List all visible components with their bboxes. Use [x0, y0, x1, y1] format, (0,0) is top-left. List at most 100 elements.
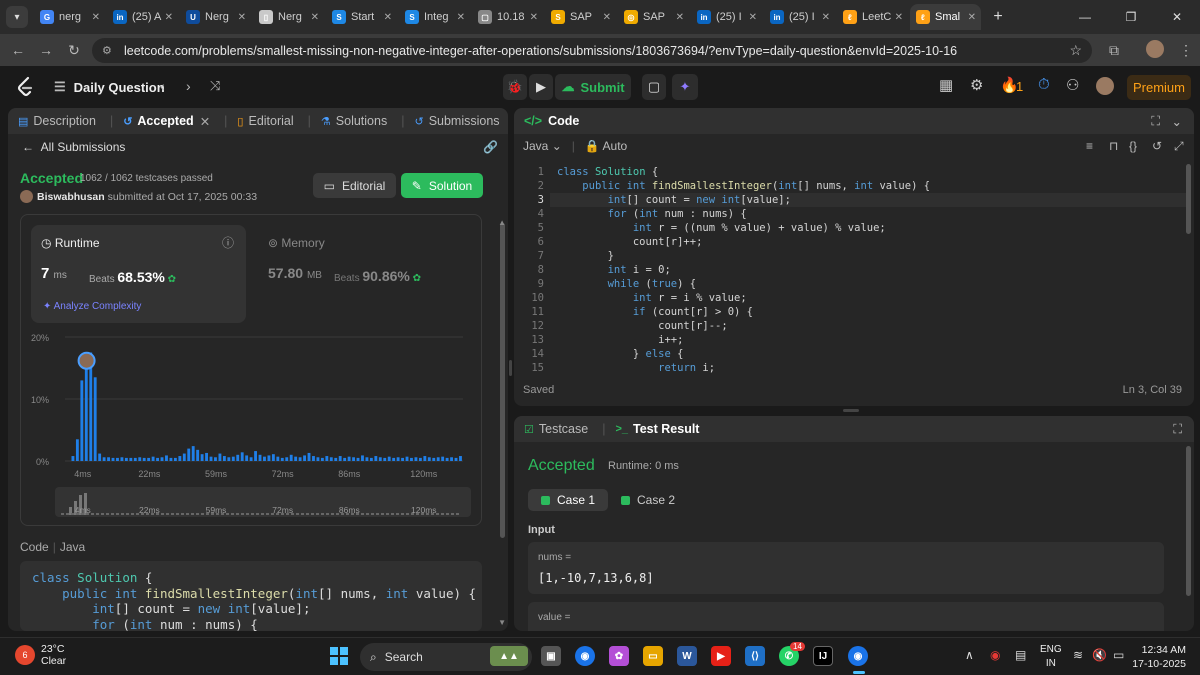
reset-icon[interactable]: ↺ [1152, 139, 1162, 153]
leetcode-logo-icon[interactable] [16, 76, 34, 98]
left-panel-scrollbar[interactable] [500, 223, 505, 538]
auto-mode-toggle[interactable]: 🔒 Auto [585, 139, 627, 153]
close-tab-icon[interactable]: ✕ [895, 12, 903, 23]
shuffle-icon[interactable]: ⤨ [210, 78, 220, 94]
submit-button[interactable]: ☁ Submit [555, 74, 631, 100]
next-problem-icon[interactable]: › [186, 78, 191, 94]
close-tab-icon[interactable]: ✕ [968, 12, 976, 23]
browser-tab[interactable]: ℓ Smal ✕ [910, 4, 981, 30]
tab-solutions[interactable]: ⚗ Solutions [321, 114, 387, 128]
profile-avatar[interactable] [1146, 40, 1164, 58]
tab-description[interactable]: ▤ Description [18, 114, 96, 128]
language-selector[interactable]: Java ⌄ [523, 139, 562, 153]
tray-app-icon[interactable]: ◉ [990, 648, 1000, 662]
close-tab-icon[interactable]: ✕ [165, 12, 173, 23]
browser-tab[interactable]: S Start ✕ [326, 4, 397, 30]
close-tab-icon[interactable]: ✕ [457, 12, 465, 23]
task-view-icon[interactable]: ▣ [541, 646, 561, 666]
scroll-up-icon[interactable]: ▲ [498, 218, 506, 227]
browser-tab[interactable]: ▢ 10.18 ✕ [472, 4, 543, 30]
browser-tab[interactable]: in (25) A ✕ [107, 4, 178, 30]
layout-grid-icon[interactable]: ▦ [939, 76, 953, 94]
editorial-button[interactable]: ▭ Editorial [313, 173, 396, 198]
code-editor[interactable]: 1 class Solution {2 public int findSmalle… [514, 160, 1194, 374]
close-tab-icon[interactable]: ✕ [238, 12, 246, 23]
browser-tab[interactable]: ▯ Nerg ✕ [253, 4, 324, 30]
browser-tab[interactable]: S Integ ✕ [399, 4, 470, 30]
premium-button[interactable]: Premium [1127, 75, 1191, 100]
format-icon[interactable]: ≡ [1086, 139, 1093, 153]
nums-input-box[interactable]: nums = [1,-10,7,13,6,8] [528, 542, 1164, 594]
tab-submissions[interactable]: ↺ Submissions [414, 114, 499, 128]
back-icon[interactable]: ← [4, 42, 32, 58]
value-input-box[interactable]: value = [528, 602, 1164, 631]
tray-overflow-icon[interactable]: ∧ [965, 648, 974, 662]
vertical-resize-handle[interactable] [509, 360, 512, 376]
battery-icon[interactable]: ▭ [1113, 648, 1124, 662]
close-tab-icon[interactable]: ✕ [676, 12, 684, 23]
share-link-icon[interactable]: 🔗 [483, 140, 498, 154]
scroll-down-icon[interactable]: ▼ [498, 618, 506, 627]
close-tab-icon[interactable]: ✕ [92, 12, 100, 23]
tab-search-menu-icon[interactable]: ▾ [6, 6, 28, 28]
forward-icon[interactable]: → [32, 42, 60, 58]
submitter-name[interactable]: Biswabhusan [37, 191, 105, 203]
close-tab-icon[interactable]: ✕ [603, 12, 611, 23]
editor-scrollbar[interactable] [1186, 164, 1191, 234]
close-tab-icon[interactable]: ✕ [822, 12, 830, 23]
maximize-icon[interactable]: ⛶ [1151, 114, 1160, 129]
case-2-tab[interactable]: Case 2 [608, 489, 688, 511]
maximize-button[interactable]: ❐ [1108, 0, 1154, 34]
tab-editorial[interactable]: ▯ Editorial [237, 114, 293, 128]
analyze-complexity-link[interactable]: ✦ Analyze Complexity [43, 301, 141, 312]
bookmark-star-icon[interactable]: ☆ [1069, 42, 1082, 59]
system-clock[interactable]: 12:34 AM 17-10-2025 [1132, 643, 1186, 671]
case-1-tab[interactable]: Case 1 [528, 489, 609, 511]
reload-icon[interactable]: ↻ [60, 42, 88, 59]
browser-menu-icon[interactable]: ⋮ [1172, 42, 1200, 59]
info-icon[interactable]: ⓘ [222, 234, 234, 251]
close-tab-icon[interactable]: ✕ [384, 12, 392, 23]
file-explorer-icon[interactable]: ▭ [643, 646, 663, 666]
timer-icon[interactable]: ⏱ [1038, 76, 1050, 93]
word-icon[interactable]: W [677, 646, 697, 666]
browser-tab[interactable]: U Nerg ✕ [180, 4, 251, 30]
collapse-icon[interactable]: ⌄ [1172, 114, 1182, 129]
tab-test-result[interactable]: >_ Test Result [615, 422, 699, 436]
close-tab-icon[interactable]: ✕ [311, 12, 319, 23]
chrome-active-icon[interactable]: ◉ [848, 646, 868, 666]
volume-mute-icon[interactable]: 🔇 [1092, 648, 1107, 662]
minimize-button[interactable]: — [1062, 0, 1108, 34]
notes-icon[interactable]: ▢ [642, 74, 666, 100]
tab-accepted[interactable]: ↺ Accepted ✕ [123, 114, 210, 129]
daily-question-nav[interactable]: ☰ Daily Question [54, 79, 165, 95]
vscode-icon[interactable]: ⟨⟩ [745, 646, 765, 666]
browser-tab[interactable]: Gnerg ✕ [34, 4, 105, 30]
close-tab-icon[interactable]: ✕ [200, 114, 210, 129]
windows-start-icon[interactable] [330, 647, 348, 665]
browser-tab[interactable]: S SAP ✕ [545, 4, 616, 30]
intellij-icon[interactable]: IJ [813, 646, 833, 666]
all-submissions-link[interactable]: ← All Submissions [22, 140, 125, 154]
site-info-icon[interactable]: ⚙ [102, 44, 118, 57]
settings-gear-icon[interactable]: ⚙ [970, 76, 983, 94]
add-friend-icon[interactable]: ⚇ [1066, 76, 1079, 94]
fullscreen-icon[interactable]: ⤢ [1174, 139, 1184, 154]
language-indicator[interactable]: ENG IN [1040, 643, 1062, 671]
extensions-icon[interactable]: ⧉ [1100, 42, 1128, 59]
wifi-icon[interactable]: ≋ [1073, 648, 1083, 662]
copilot-icon[interactable]: ✿ [609, 646, 629, 666]
runtime-distribution-chart[interactable]: 0% 10% 20% 4ms 22ms 59ms 72ms 86ms 120ms 4ms 22ms 5… [21, 327, 483, 527]
tray-device-icon[interactable]: ▤ [1015, 648, 1026, 662]
debug-icon[interactable]: 🐞 [503, 74, 527, 100]
close-window-button[interactable]: ✕ [1154, 0, 1200, 34]
panel-resize-handle[interactable] [843, 409, 859, 412]
expand-icon[interactable]: ⛶ [1173, 422, 1182, 437]
url-bar[interactable]: ⚙ leetcode.com/problems/smallest-missing… [92, 38, 1092, 63]
result-scrollbar[interactable] [1186, 446, 1191, 596]
solution-button[interactable]: ✎ Solution [401, 173, 483, 198]
browser-tab[interactable]: ℓ LeetC ✕ [837, 4, 908, 30]
run-button[interactable]: ▶ [529, 74, 553, 100]
chrome-icon[interactable]: ◉ [575, 646, 595, 666]
browser-tab[interactable]: in (25) I ✕ [691, 4, 762, 30]
